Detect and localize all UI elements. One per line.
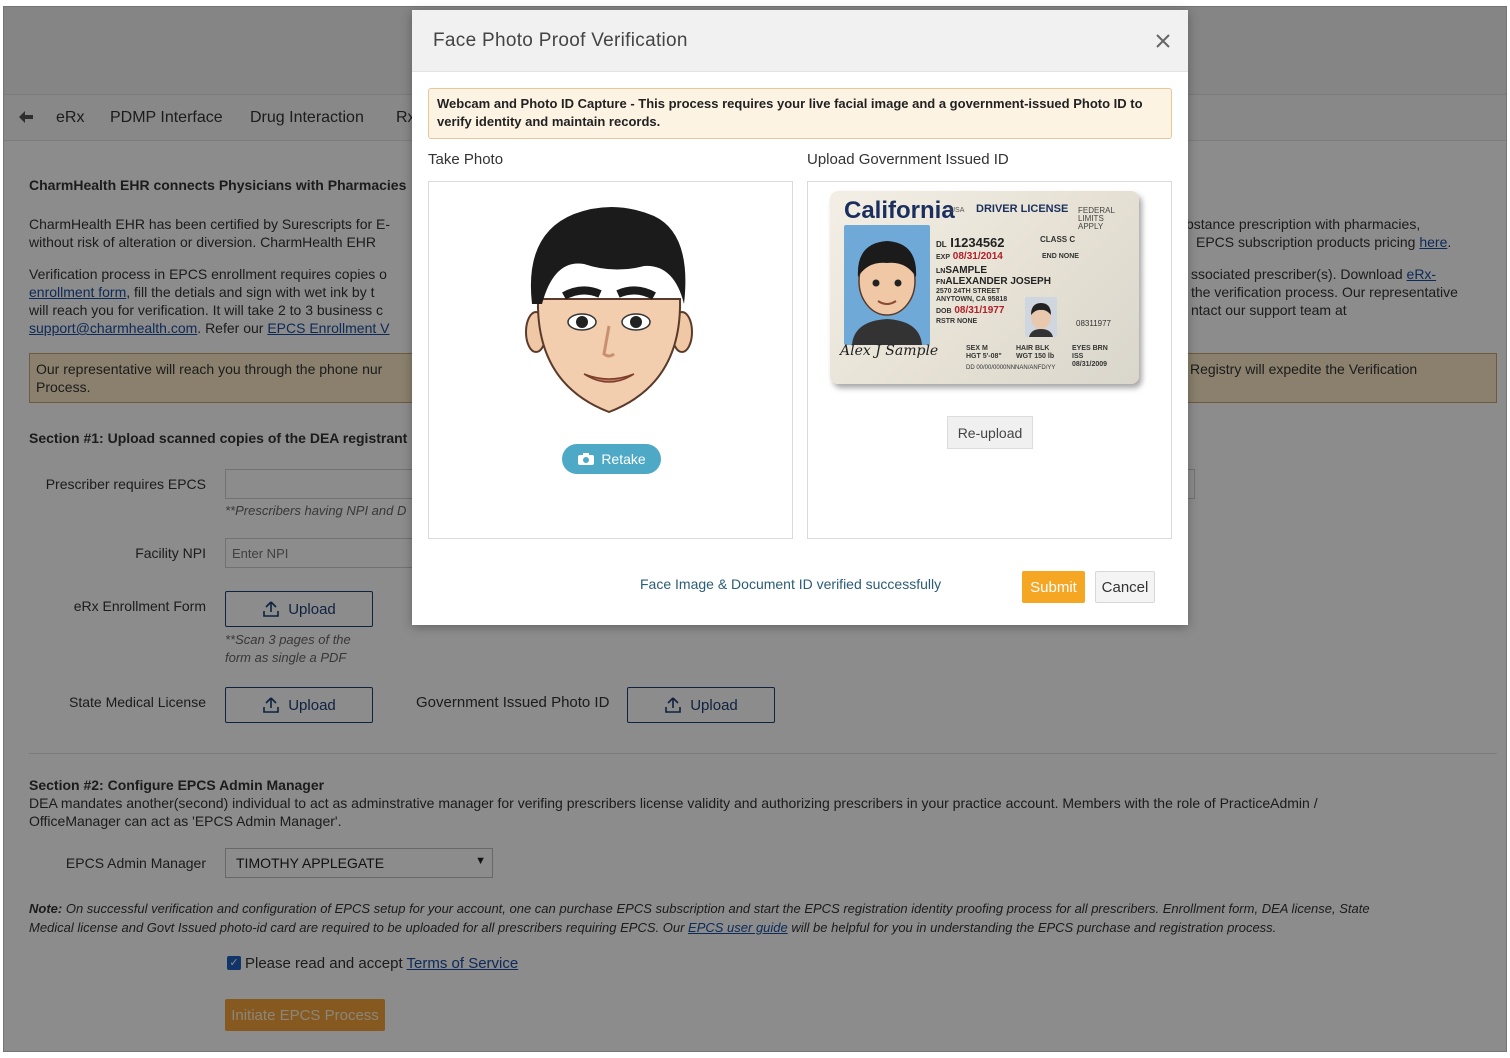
- card-state: California: [844, 197, 955, 224]
- card-ghost-face-icon: [1029, 303, 1053, 337]
- card-federal: FEDERAL LIMITS APPLY: [1078, 206, 1115, 231]
- face-photo-box: Retake: [428, 181, 793, 539]
- card-hair-wgt: HAIR BLK WGT 150 lb: [1016, 345, 1055, 360]
- card-signature: Alex J Sample: [840, 343, 939, 359]
- retake-button[interactable]: Retake: [562, 444, 661, 474]
- card-dl: DL I1234562: [936, 235, 1005, 250]
- face-photo-modal: Face Photo Proof Verification Webcam and…: [412, 10, 1188, 625]
- card-face-icon: [852, 241, 922, 345]
- info-banner: Webcam and Photo ID Capture - This proce…: [428, 88, 1172, 139]
- face-photo-image: [525, 206, 693, 414]
- submit-button[interactable]: Submit: [1022, 571, 1085, 603]
- card-address: 2570 24TH STREET ANYTOWN, CA 95818: [936, 288, 1008, 303]
- drivers-license-card: California USA DRIVER LICENSE FEDERAL LIM…: [830, 191, 1139, 384]
- card-fn: FNALEXANDER JOSEPH: [936, 276, 1051, 287]
- card-eyes-iss: EYES BRN ISS 08/31/2009: [1072, 345, 1108, 368]
- card-type: DRIVER LICENSE: [976, 203, 1069, 215]
- card-dd: DD 00/00/0000NNNAN/ANFD/YY: [966, 365, 1056, 371]
- card-rstr: RSTR NONE: [936, 318, 978, 325]
- camera-icon: [578, 453, 595, 465]
- card-usa: USA: [950, 207, 965, 214]
- close-icon[interactable]: [1154, 32, 1172, 50]
- verification-status: Face Image & Document ID verified succes…: [640, 576, 942, 592]
- card-dob: DOB 08/31/1977: [936, 305, 1005, 316]
- upload-id-label: Upload Government Issued ID: [807, 151, 1009, 168]
- card-ln: LNSAMPLE: [936, 265, 988, 276]
- modal-title: Face Photo Proof Verification: [433, 30, 688, 51]
- card-exp: EXP 08/31/2014: [936, 251, 1003, 262]
- cancel-button[interactable]: Cancel: [1095, 571, 1155, 603]
- card-sex-hgt: SEX M HGT 5'-08": [966, 345, 1002, 360]
- card-ghost-photo: [1025, 297, 1057, 337]
- card-class: CLASS C: [1040, 235, 1076, 244]
- card-id-small: 08311977: [1076, 319, 1111, 328]
- id-photo-box: California USA DRIVER LICENSE FEDERAL LIM…: [807, 181, 1172, 539]
- take-photo-label: Take Photo: [428, 151, 504, 168]
- card-end: END NONE: [1042, 253, 1079, 260]
- modal-header: Face Photo Proof Verification: [412, 10, 1188, 72]
- card-portrait: [844, 225, 930, 345]
- reupload-button[interactable]: Re-upload: [947, 416, 1033, 449]
